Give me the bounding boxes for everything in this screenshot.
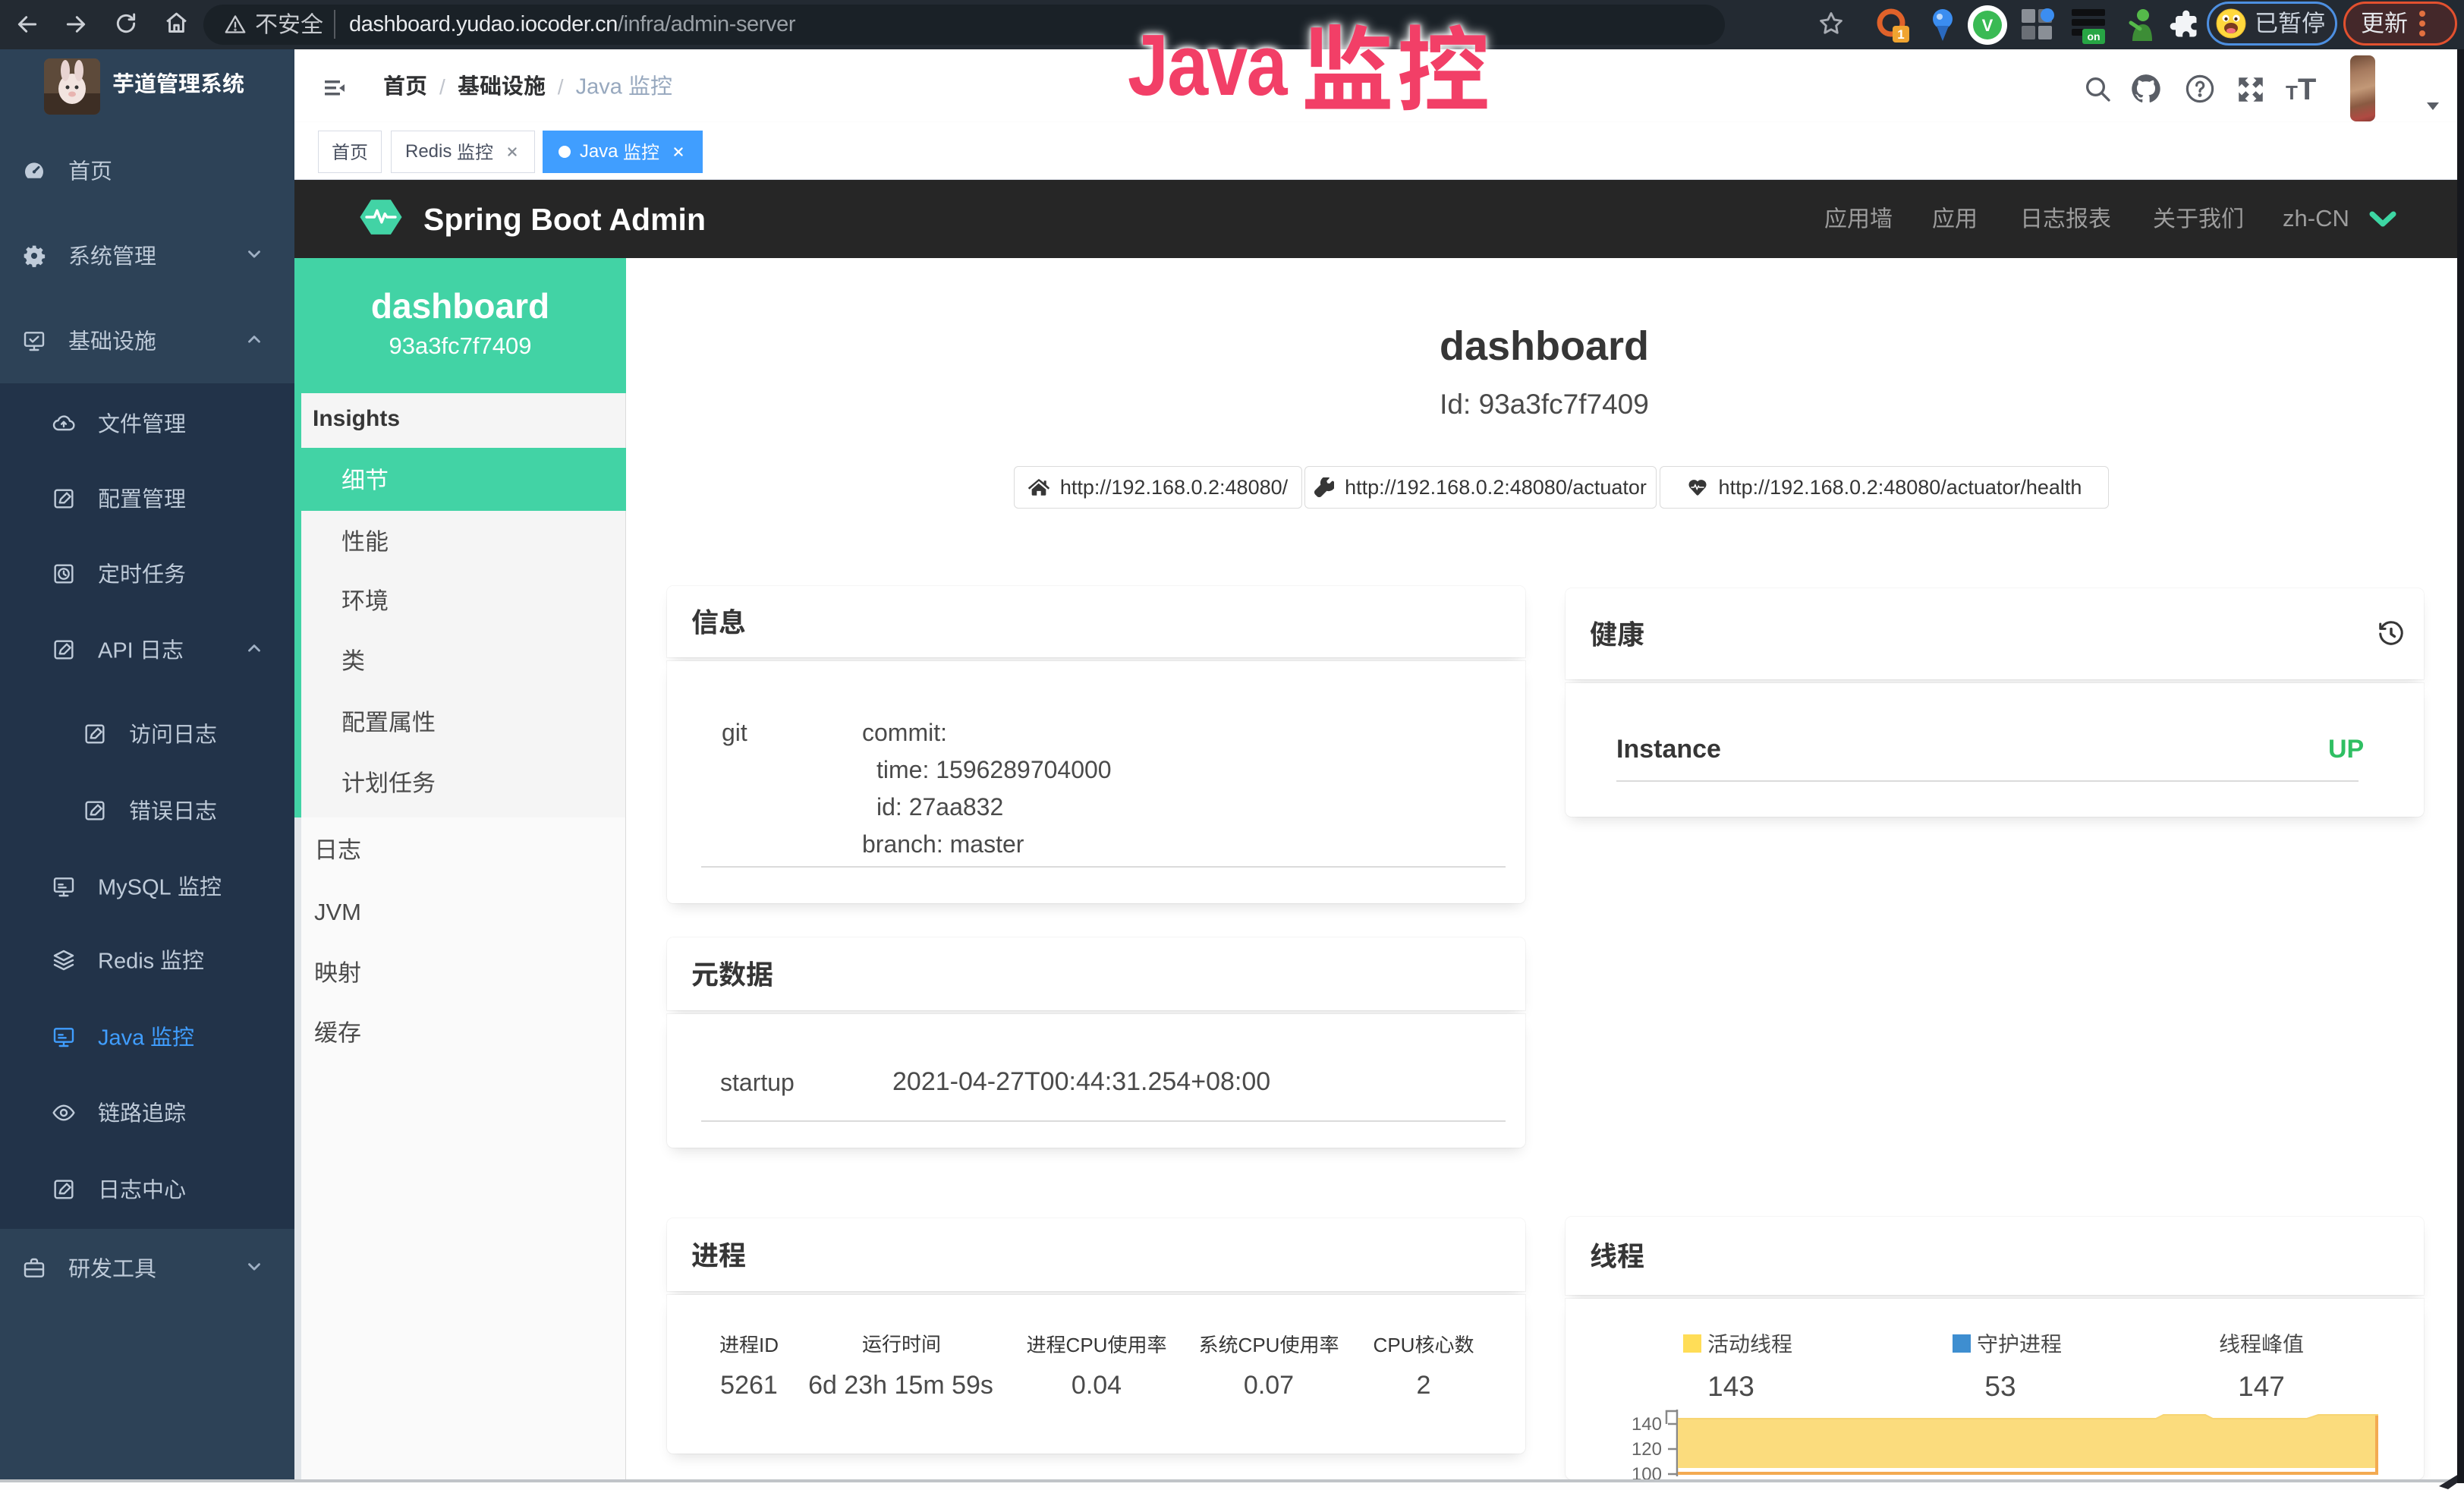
svg-text:V: V	[1982, 16, 1994, 35]
svg-text:on: on	[2087, 30, 2100, 43]
svg-text:1: 1	[1897, 27, 1904, 42]
